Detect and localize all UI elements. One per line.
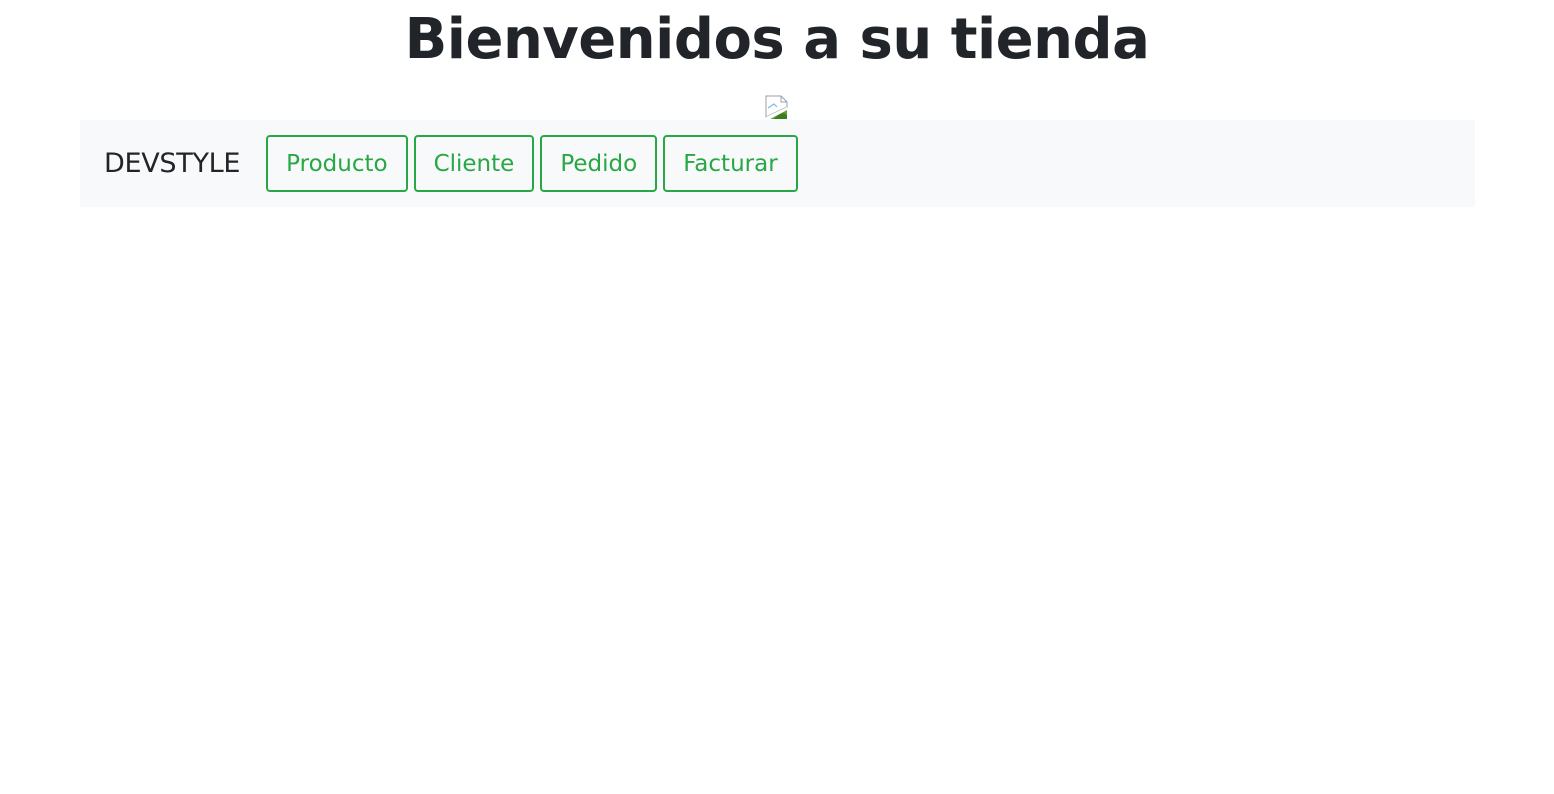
nav-button-group: Producto Cliente Pedido Facturar [266,135,798,192]
broken-image-icon [765,95,789,120]
page: Bienvenidos a su tienda DEVSTYLE Product… [0,0,1554,794]
page-title: Bienvenidos a su tienda [404,7,1150,72]
navbar: DEVSTYLE Producto Cliente Pedido Factura… [80,120,1475,207]
producto-button[interactable]: Producto [266,135,408,192]
cliente-button[interactable]: Cliente [413,135,535,192]
pedido-button[interactable]: Pedido [540,135,658,192]
navbar-brand[interactable]: DEVSTYLE [104,148,240,179]
facturar-button[interactable]: Facturar [663,135,798,192]
